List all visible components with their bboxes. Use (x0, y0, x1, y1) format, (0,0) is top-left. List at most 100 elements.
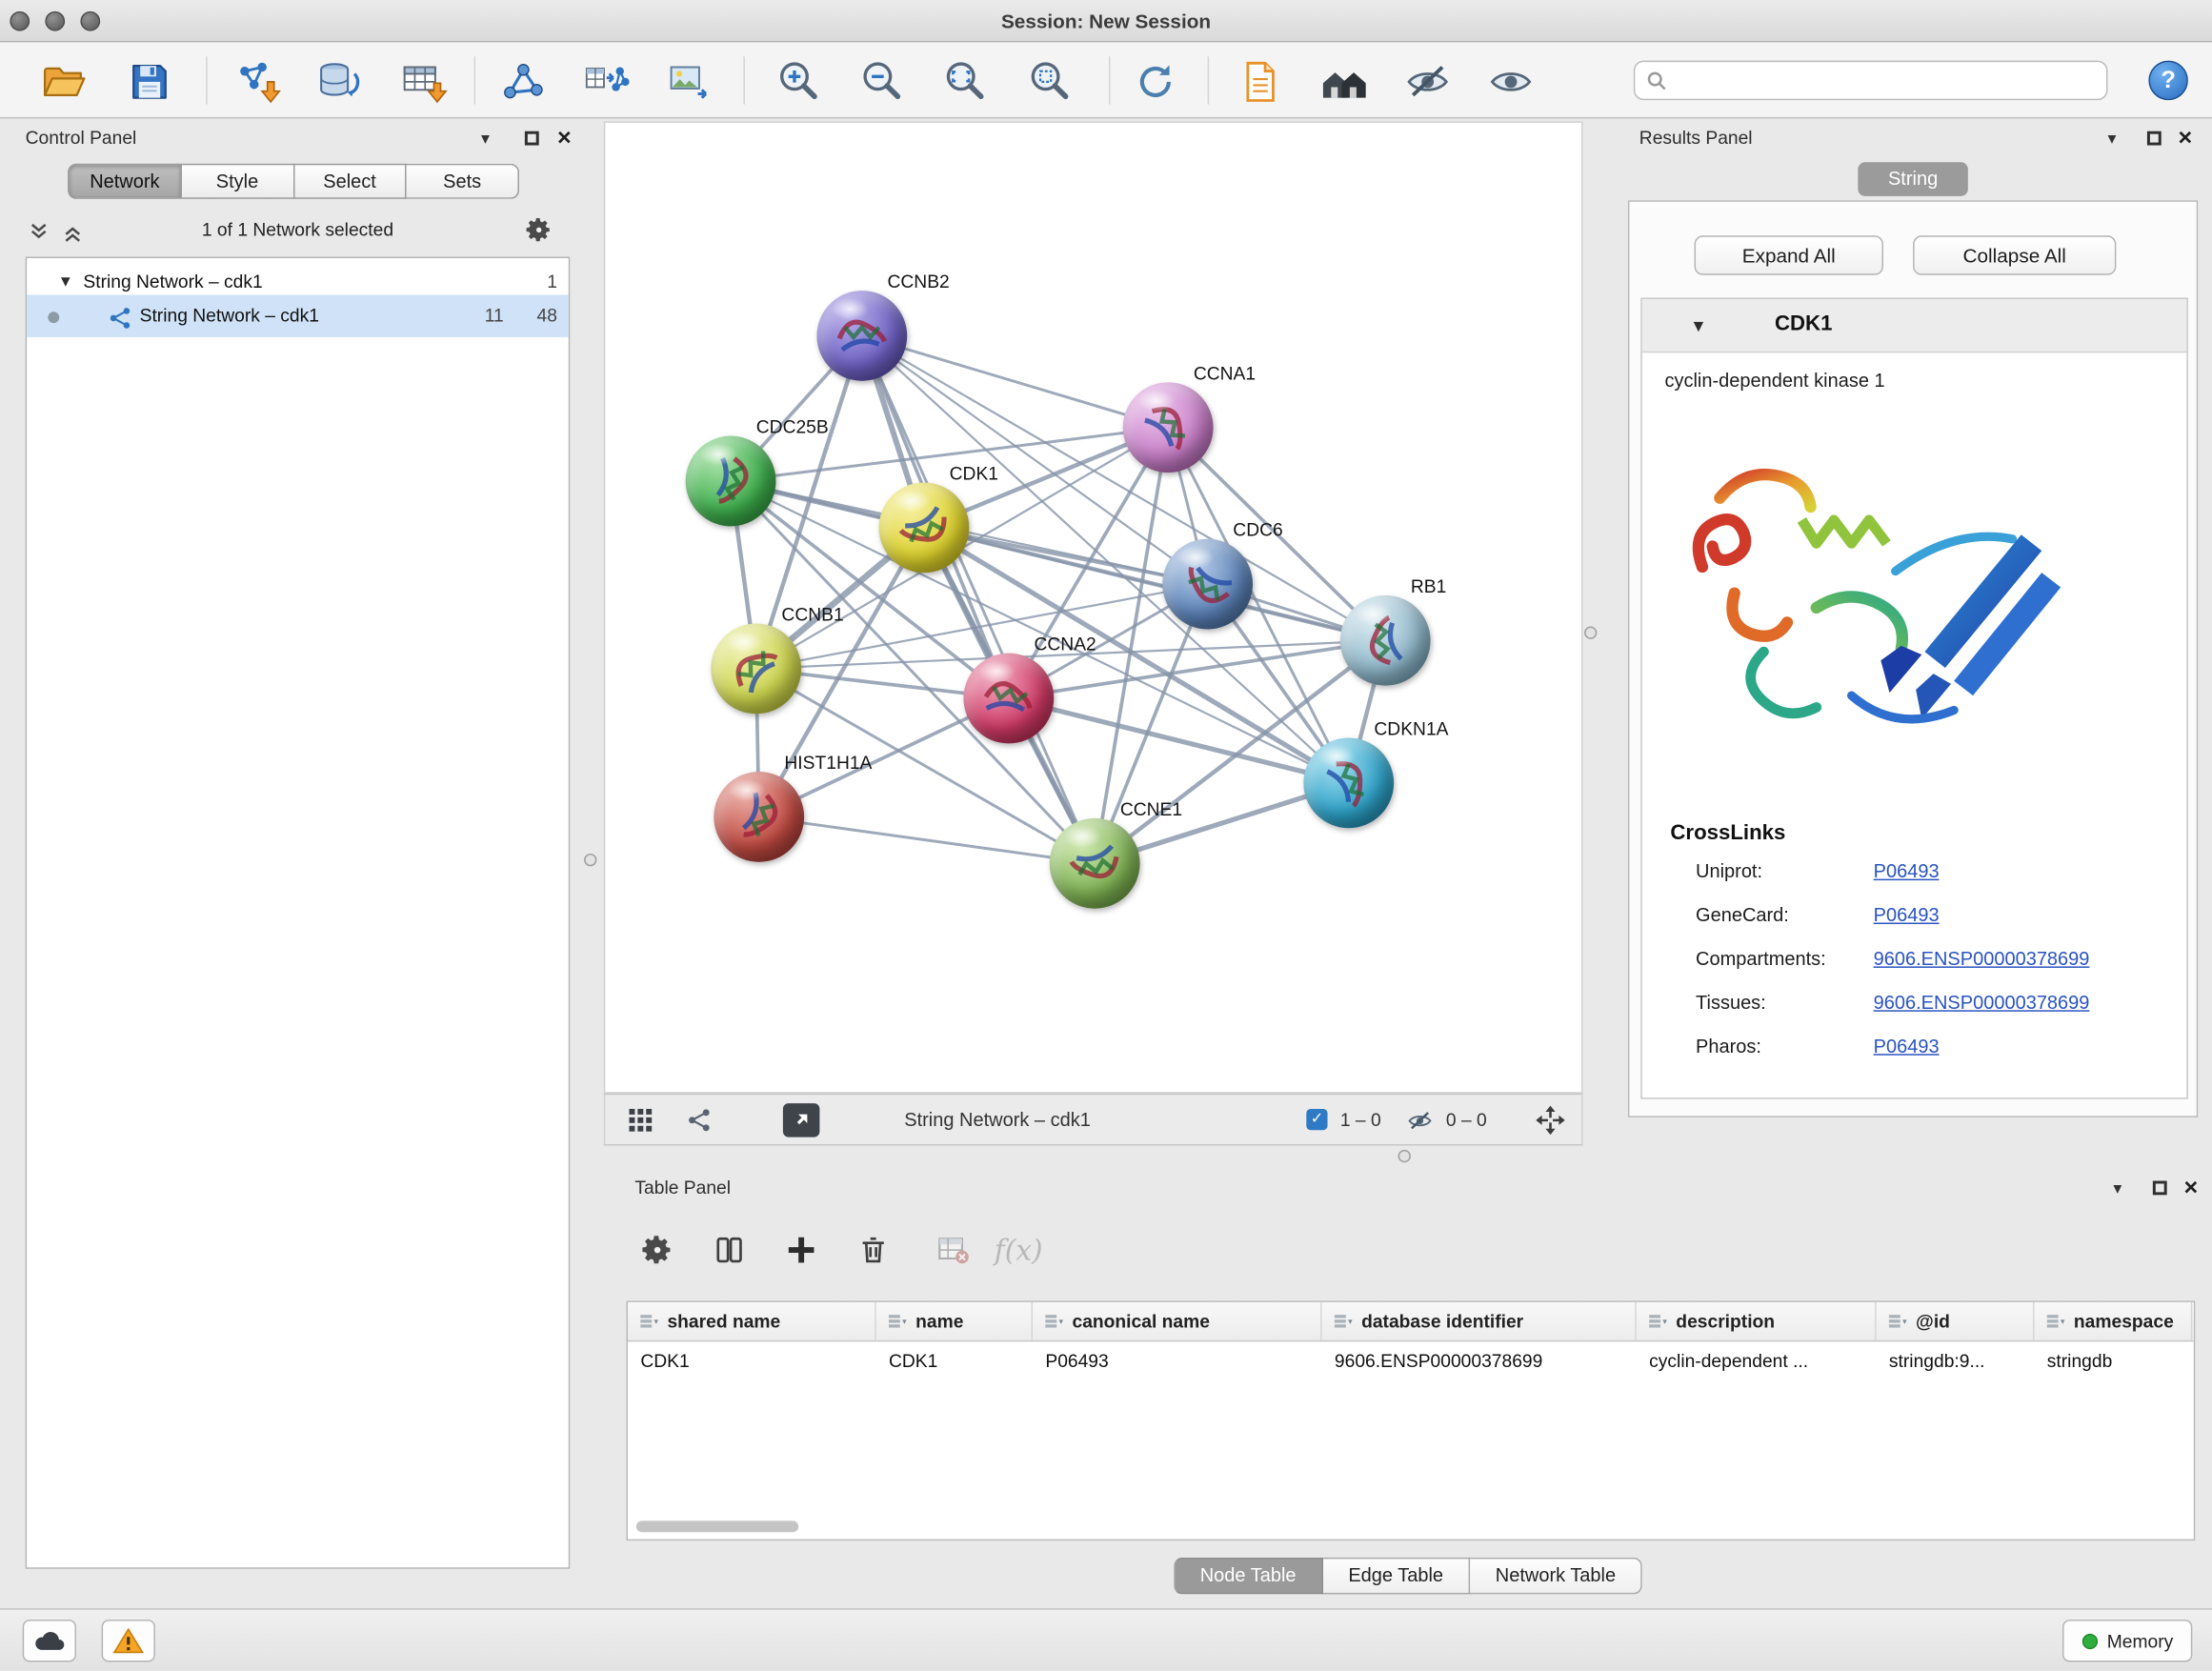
copy-document-button[interactable] (1229, 53, 1291, 110)
control-panel: Control Panel ▾ × NetworkStyleSelectSets… (9, 121, 587, 1588)
zoom-out-button[interactable] (851, 53, 913, 110)
collapse-panel-icon[interactable]: ▾ (473, 126, 498, 151)
window-minimize-button[interactable] (45, 11, 65, 31)
node-CDK1[interactable] (879, 482, 970, 573)
protein-entry-header[interactable]: ▼ CDK1 (1642, 299, 2187, 352)
window-zoom-button[interactable] (80, 11, 100, 31)
splitter-handle[interactable] (1584, 627, 1597, 639)
toolbar-separator (743, 56, 744, 104)
close-panel-icon[interactable]: × (2173, 126, 2199, 151)
window-close-button[interactable] (10, 11, 30, 31)
open-session-button[interactable] (32, 53, 94, 110)
tab-sets[interactable]: Sets (407, 164, 519, 199)
node-HIST1H1A[interactable] (714, 772, 804, 862)
node-CCNB2[interactable] (816, 291, 907, 381)
tab-select[interactable]: Select (294, 164, 407, 199)
hidden-eye-icon[interactable] (1406, 1108, 1433, 1139)
crosslink-link[interactable]: P06493 (1874, 904, 1940, 925)
selected-nodes-checkbox[interactable]: ✓ (1306, 1109, 1327, 1130)
column-header-name[interactable]: name (876, 1302, 1033, 1340)
node-CCNE1[interactable] (1050, 818, 1140, 909)
tab-edge-table[interactable]: Edge Table (1323, 1558, 1470, 1595)
hide-selected-button[interactable] (1397, 53, 1458, 110)
entry-expander-icon[interactable]: ▼ (1690, 316, 1707, 336)
apply-layout-button[interactable] (1124, 53, 1186, 110)
close-panel-icon[interactable]: × (552, 126, 577, 151)
network-canvas[interactable]: CCNB2CCNA1CDC25BCDK1CDC6RB1CCNB1CCNA2CDK… (604, 121, 1583, 1093)
node-CCNB1[interactable] (711, 624, 801, 715)
column-header-shared-name[interactable]: shared name (628, 1302, 876, 1340)
home-button[interactable] (1314, 53, 1376, 110)
toggle-columns-button[interactable] (701, 1221, 757, 1278)
help-button[interactable]: ? (2148, 61, 2187, 100)
node-CDC25B[interactable] (686, 436, 776, 527)
horizontal-scrollbar[interactable] (636, 1520, 798, 1532)
zoom-in-button[interactable] (768, 53, 830, 110)
node-RB1[interactable] (1340, 595, 1431, 686)
toolbar-separator (206, 56, 207, 104)
delete-column-button[interactable] (845, 1221, 901, 1278)
column-header-namespace[interactable]: namespace (2034, 1302, 2192, 1340)
collapse-panel-icon[interactable]: ▾ (2100, 126, 2125, 151)
column-header-database-identifier[interactable]: database identifier (1322, 1302, 1637, 1340)
new-network-button[interactable] (493, 53, 554, 110)
export-image-button[interactable] (659, 53, 721, 110)
tab-network[interactable]: Network (68, 164, 182, 199)
tab-string[interactable]: String (1858, 162, 1968, 196)
column-header-description[interactable]: description (1637, 1302, 1877, 1340)
network-row-selected[interactable]: String Network – cdk1 11 48 (27, 295, 569, 337)
delete-table-button[interactable] (925, 1221, 981, 1278)
pan-mode-button[interactable] (1534, 1103, 1568, 1141)
zoom-fit-button[interactable] (934, 53, 995, 110)
close-panel-icon[interactable]: × (2179, 1176, 2204, 1201)
protein-thumbnail (955, 645, 1061, 751)
search-box[interactable] (1634, 61, 2108, 100)
splitter-handle[interactable] (584, 854, 596, 866)
crosslink-link[interactable]: P06493 (1874, 1036, 1940, 1057)
splitter-handle[interactable] (1398, 1150, 1411, 1162)
node-CCNA2[interactable] (963, 654, 1054, 744)
network-status-dot (48, 312, 59, 323)
tab-node-table[interactable]: Node Table (1174, 1558, 1323, 1595)
titlebar: Session: New Session (0, 0, 2212, 42)
crosslink-link[interactable]: P06493 (1874, 860, 1940, 881)
float-panel-icon[interactable] (519, 126, 545, 151)
float-panel-icon[interactable] (2147, 1176, 2173, 1201)
export-network-button[interactable] (783, 1103, 820, 1137)
grid-view-button[interactable] (628, 1108, 654, 1137)
crosslink-link[interactable]: 9606.ENSP00000378699 (1874, 948, 2090, 969)
string-network-icon (109, 303, 132, 345)
memory-button[interactable]: Memory (2062, 1620, 2192, 1661)
save-session-button[interactable] (118, 53, 180, 110)
move-crosshair-icon (1534, 1103, 1568, 1137)
node-CCNA1[interactable] (1123, 382, 1214, 473)
function-builder-button[interactable]: f(x) (991, 1221, 1047, 1278)
expand-all-button[interactable]: Expand All (1695, 235, 1883, 274)
cloud-status-button[interactable] (23, 1620, 76, 1661)
show-all-button[interactable] (1479, 53, 1541, 110)
crosslink-link[interactable]: 9606.ENSP00000378699 (1874, 992, 2090, 1013)
table-row[interactable]: CDK1CDK1P064939606.ENSP00000378699cyclin… (628, 1341, 2194, 1379)
main-toolbar: ? (0, 42, 2212, 118)
network-options-button[interactable] (525, 216, 553, 249)
column-header--id[interactable]: @id (1877, 1302, 2035, 1340)
import-network-file-button[interactable] (226, 53, 288, 110)
import-table-button[interactable] (392, 53, 454, 110)
collapse-all-button[interactable]: Collapse All (1913, 235, 2116, 274)
network-overview-button[interactable] (687, 1108, 713, 1137)
warnings-button[interactable] (102, 1620, 155, 1661)
collapse-panel-icon[interactable]: ▾ (2105, 1176, 2131, 1201)
float-panel-icon[interactable] (2142, 126, 2167, 151)
sort-icon (2045, 1313, 2065, 1330)
search-input[interactable] (1676, 65, 2095, 96)
create-column-button[interactable] (774, 1221, 830, 1278)
node-CDKN1A[interactable] (1303, 738, 1394, 829)
tab-network-table[interactable]: Network Table (1470, 1558, 1642, 1595)
tab-style[interactable]: Style (182, 164, 294, 199)
zoom-selected-button[interactable] (1018, 53, 1080, 110)
table-settings-button[interactable] (629, 1221, 685, 1278)
import-network-database-button[interactable] (306, 53, 368, 110)
node-CDC6[interactable] (1162, 539, 1253, 630)
network-from-table-button[interactable] (575, 53, 637, 110)
column-header-canonical-name[interactable]: canonical name (1033, 1302, 1322, 1340)
